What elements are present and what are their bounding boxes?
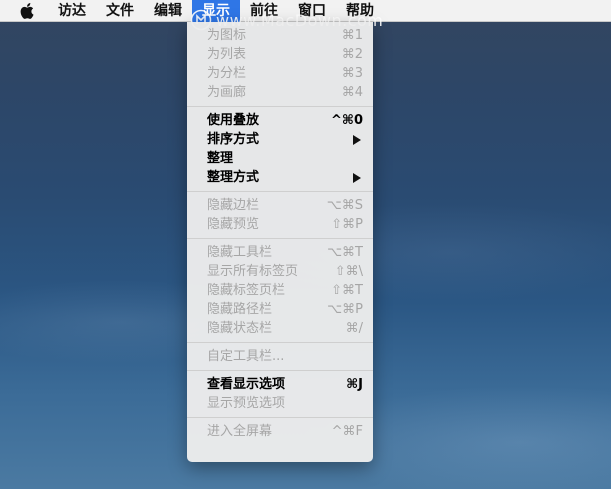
menu-item-show-view-options[interactable]: 查看显示选项 ⌘J xyxy=(187,375,373,394)
menu-item-shortcut: ^⌘0 xyxy=(331,113,363,128)
menu-item-shortcut: ^⌘F xyxy=(331,424,363,439)
menu-item-label: 隐藏标签页栏 xyxy=(207,283,286,298)
menu-item-clean-up[interactable]: 整理 xyxy=(187,149,373,168)
menu-separator xyxy=(187,238,373,239)
menu-item-as-columns[interactable]: 为分栏 ⌘3 xyxy=(187,64,373,83)
menu-item-label: 使用叠放 xyxy=(207,113,260,128)
menu-item-label: 进入全屏幕 xyxy=(207,424,273,439)
menu-edit[interactable]: 编辑 xyxy=(144,0,192,22)
menu-item-label: 隐藏工具栏 xyxy=(207,245,273,260)
menu-item-label: 显示预览选项 xyxy=(207,396,286,411)
menu-item-shortcut: ⌘J xyxy=(346,377,363,392)
menu-item-shortcut: ⌘4 xyxy=(341,85,363,100)
menu-item-shortcut: ⌥⌘P xyxy=(327,302,363,317)
menu-item-hide-status-bar[interactable]: 隐藏状态栏 ⌘/ xyxy=(187,319,373,338)
menu-item-label: 隐藏预览 xyxy=(207,217,260,232)
menu-view[interactable]: 显示 xyxy=(192,0,240,22)
menu-item-shortcut: ⌥⌘S xyxy=(326,198,363,213)
menu-separator xyxy=(187,106,373,107)
menu-item-clean-up-by[interactable]: 整理方式 xyxy=(187,168,373,187)
menu-item-shortcut: ⇧⌘P xyxy=(331,217,363,232)
menu-item-label: 查看显示选项 xyxy=(207,377,286,392)
menu-item-shortcut: ⇧⌘\ xyxy=(334,264,363,279)
menu-separator xyxy=(187,370,373,371)
menu-separator xyxy=(187,417,373,418)
menu-item-shortcut: ⌘3 xyxy=(341,66,363,81)
apple-icon[interactable] xyxy=(16,0,38,22)
menu-item-label: 隐藏边栏 xyxy=(207,198,260,213)
menu-item-as-gallery[interactable]: 为画廊 ⌘4 xyxy=(187,83,373,102)
chevron-right-icon xyxy=(353,173,361,183)
menu-item-as-list[interactable]: 为列表 ⌘2 xyxy=(187,45,373,64)
menu-item-label: 整理 xyxy=(207,151,234,166)
menu-item-show-preview-options[interactable]: 显示预览选项 xyxy=(187,394,373,413)
menu-item-label: 自定工具栏... xyxy=(207,349,285,364)
menu-item-label: 整理方式 xyxy=(207,170,260,185)
menu-item-shortcut: ⌘/ xyxy=(345,321,363,336)
menu-item-label: 显示所有标签页 xyxy=(207,264,299,279)
menu-file[interactable]: 文件 xyxy=(96,0,144,22)
menu-item-customize-toolbar[interactable]: 自定工具栏... xyxy=(187,347,373,366)
view-menu-dropdown: 为图标 ⌘1 为列表 ⌘2 为分栏 ⌘3 为画廊 ⌘4 使用叠放 ^⌘0 排序方… xyxy=(187,22,373,462)
menu-item-enter-full-screen[interactable]: 进入全屏幕 ^⌘F xyxy=(187,422,373,441)
menu-finder[interactable]: 访达 xyxy=(48,0,96,22)
menu-item-shortcut: ⌥⌘T xyxy=(327,245,363,260)
menu-item-label: 为图标 xyxy=(207,28,247,43)
menu-item-sort-by[interactable]: 排序方式 xyxy=(187,130,373,149)
menu-item-hide-tab-bar[interactable]: 隐藏标签页栏 ⇧⌘T xyxy=(187,281,373,300)
menu-item-hide-toolbar[interactable]: 隐藏工具栏 ⌥⌘T xyxy=(187,243,373,262)
menu-go[interactable]: 前往 xyxy=(240,0,288,22)
chevron-right-icon xyxy=(353,135,361,145)
menu-item-shortcut: ⌘1 xyxy=(341,28,363,43)
menu-item-label: 为分栏 xyxy=(207,66,247,81)
menu-item-label: 排序方式 xyxy=(207,132,260,147)
menu-item-as-icons[interactable]: 为图标 ⌘1 xyxy=(187,26,373,45)
menu-item-hide-sidebar[interactable]: 隐藏边栏 ⌥⌘S xyxy=(187,196,373,215)
menu-item-label: 为画廊 xyxy=(207,85,247,100)
menu-separator xyxy=(187,342,373,343)
menu-bar: 访达 文件 编辑 显示 前往 窗口 帮助 xyxy=(0,0,611,22)
menu-item-hide-path-bar[interactable]: 隐藏路径栏 ⌥⌘P xyxy=(187,300,373,319)
menu-item-label: 隐藏路径栏 xyxy=(207,302,273,317)
menu-item-shortcut: ⌘2 xyxy=(341,47,363,62)
menu-help[interactable]: 帮助 xyxy=(336,0,384,22)
menu-item-show-all-tabs[interactable]: 显示所有标签页 ⇧⌘\ xyxy=(187,262,373,281)
menu-separator xyxy=(187,191,373,192)
menu-item-label: 为列表 xyxy=(207,47,247,62)
menu-item-hide-preview[interactable]: 隐藏预览 ⇧⌘P xyxy=(187,215,373,234)
menu-window[interactable]: 窗口 xyxy=(288,0,336,22)
menu-item-shortcut: ⇧⌘T xyxy=(331,283,363,298)
menu-item-label: 隐藏状态栏 xyxy=(207,321,273,336)
menu-item-use-stacks[interactable]: 使用叠放 ^⌘0 xyxy=(187,111,373,130)
